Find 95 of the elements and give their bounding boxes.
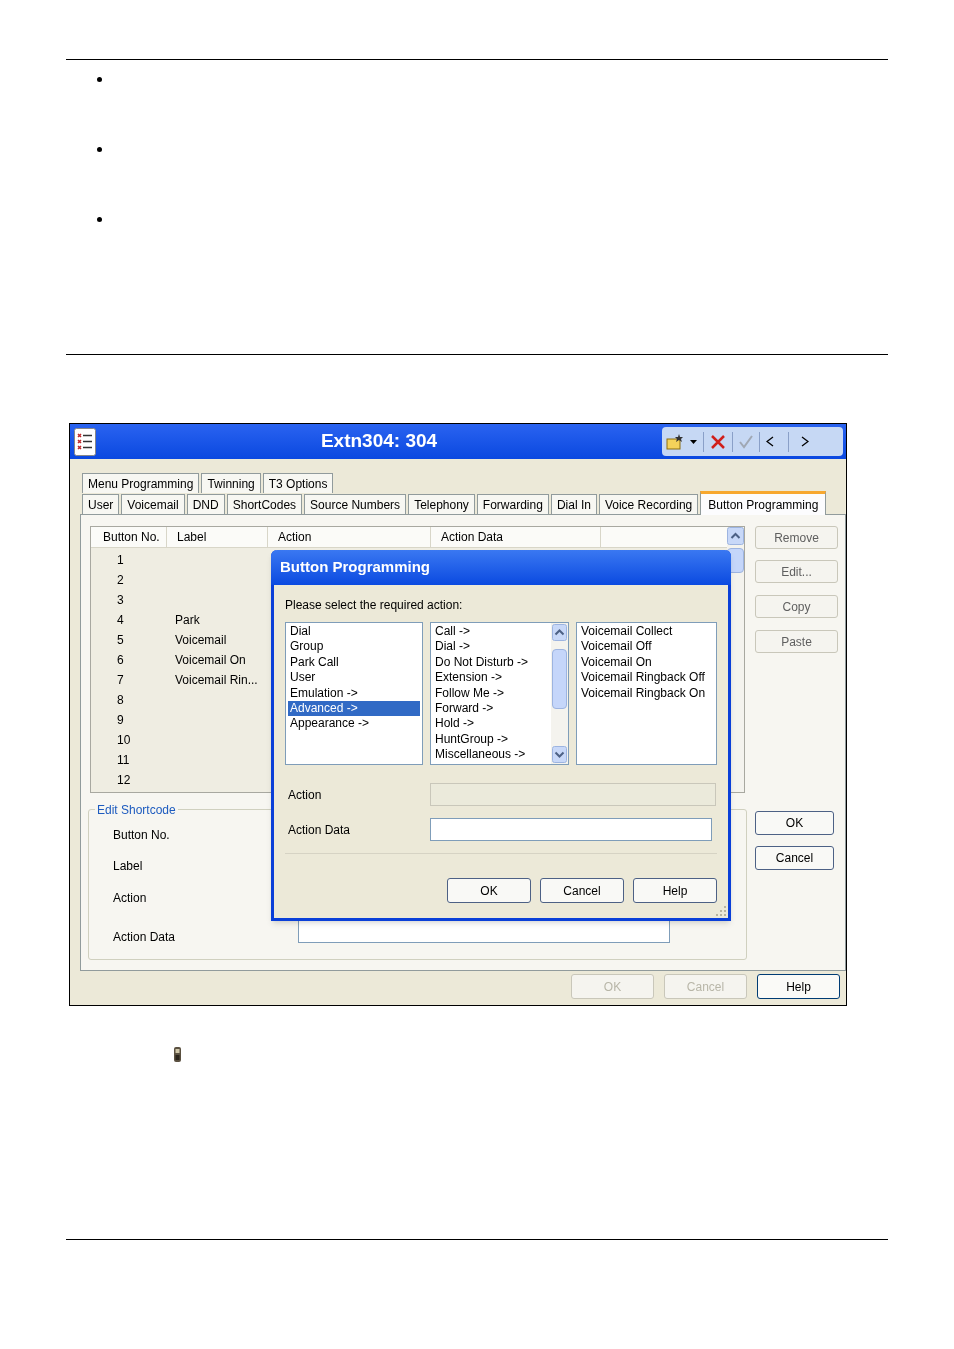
column-header[interactable]: Action [278, 528, 312, 546]
field-label: Label [113, 858, 143, 875]
chevron-right-icon[interactable] [801, 436, 809, 447]
scroll-down-icon[interactable] [552, 746, 567, 763]
list-box[interactable]: Call -> Dial -> Do Not Disturb -> Extension -> Follow Me -> Forward -> Hold -> HuntGroup -> Miscellaneous -> [430, 622, 569, 765]
table-cell: 7 [117, 673, 124, 687]
table-cell-text: Voicemail On [175, 652, 246, 669]
tab[interactable]: Twinning [201, 473, 261, 493]
list-item[interactable]: Park Call [288, 654, 420, 671]
scroll-up-icon[interactable] [552, 624, 567, 641]
list-item[interactable]: Appearance -> [288, 716, 420, 732]
resize-grip-icon[interactable] [716, 906, 726, 916]
folder-icon[interactable] [666, 432, 684, 451]
table-cell-text: Park [175, 612, 200, 629]
table-cell: 5 [117, 633, 124, 647]
tab[interactable]: Menu Programming [82, 473, 200, 493]
bullet-icon [97, 217, 102, 222]
table-cell: 10 [117, 733, 131, 747]
scroll-up-icon[interactable] [727, 527, 744, 545]
table-cell: 8 [117, 693, 124, 707]
list-icon [74, 427, 96, 456]
table-cell-text: Voicemail [175, 632, 227, 649]
list-item[interactable]: Group [288, 639, 420, 655]
table-cell: 11 [117, 753, 130, 767]
column-header[interactable]: Action Data [441, 528, 504, 546]
tab[interactable]: T3 Options [262, 473, 334, 493]
field-label: Action Data [287, 821, 352, 839]
check-icon[interactable] [739, 434, 753, 449]
side-button[interactable]: Edit... [755, 560, 838, 583]
list-item[interactable]: HuntGroup -> [433, 731, 549, 748]
tab[interactable]: Voice Recording [598, 494, 699, 514]
dialog-button[interactable]: Help [633, 878, 717, 903]
table-cell: 9 [117, 713, 124, 727]
field-label: Action Data [113, 929, 176, 946]
list-item[interactable]: Voicemail Ringback On [579, 685, 714, 702]
list-box[interactable]: Dial Group Park Call User Emulation -> Advanced -> Appearance -> [285, 622, 423, 765]
table-cell: 12 [117, 773, 131, 787]
bullet-icon [97, 77, 102, 82]
field-label: Action [287, 786, 323, 804]
chevron-left-icon[interactable] [766, 436, 774, 447]
table-cell: 4 [117, 613, 124, 627]
tab[interactable]: ShortCodes [226, 494, 303, 514]
tab[interactable]: DND [186, 494, 225, 514]
dialog-button[interactable]: Cancel [755, 846, 834, 870]
table-cell: 3 [117, 593, 124, 607]
table-cell: 6 [117, 653, 124, 667]
tab[interactable]: Button Programming [700, 491, 827, 515]
list-item[interactable]: Voicemail Ringback Off [579, 670, 714, 686]
list-item[interactable]: Emulation -> [288, 685, 420, 702]
table-cell: 1 [117, 553, 124, 567]
input-field[interactable] [298, 920, 670, 943]
tab[interactable]: Source Numbers [304, 494, 407, 514]
side-button[interactable]: Copy [755, 595, 838, 618]
tab[interactable]: Voicemail [121, 494, 185, 514]
side-button[interactable]: Paste [755, 630, 838, 653]
phone-icon [173, 1046, 182, 1063]
input-field[interactable] [430, 818, 712, 841]
bullet-icon [97, 147, 102, 152]
scroll-thumb[interactable] [552, 649, 567, 709]
list-item[interactable]: Dial [288, 624, 420, 640]
dialog-button[interactable]: OK [755, 811, 834, 835]
tab[interactable]: Telephony [408, 494, 475, 514]
list-item[interactable]: Forward -> [433, 701, 549, 717]
list-item[interactable]: Voicemail Collect [579, 624, 714, 640]
window-title: Extn304: 304 [320, 429, 438, 454]
list-box[interactable]: Voicemail Collect Voicemail Off Voicemail On Voicemail Ringback Off Voicemail Ringback On [576, 622, 717, 765]
dialog-button[interactable]: Cancel [540, 878, 624, 903]
tab[interactable]: Dial In [550, 494, 597, 514]
table-cell: 2 [117, 573, 124, 587]
dialog-button[interactable]: OK [447, 878, 531, 903]
tab[interactable]: Forwarding [476, 494, 549, 514]
list-item[interactable]: Extension -> [433, 670, 549, 686]
list-item[interactable]: Do Not Disturb -> [433, 654, 549, 671]
caret-down-icon[interactable] [690, 439, 697, 444]
list-item[interactable]: Miscellaneous -> [433, 747, 549, 763]
field-label: Button No. [113, 827, 170, 844]
dialog-title: Button Programming [280, 557, 430, 578]
list-item[interactable]: Voicemail Off [579, 639, 714, 655]
list-item[interactable]: Hold -> [433, 716, 549, 732]
list-item[interactable]: Advanced -> [288, 701, 420, 717]
column-header[interactable]: Label [177, 528, 207, 546]
list-item[interactable]: Call -> [433, 624, 549, 640]
field-label: Action [113, 890, 147, 907]
scrollbar[interactable] [551, 623, 568, 764]
tab[interactable]: User [82, 494, 120, 514]
column-header[interactable]: Button No. [103, 528, 160, 546]
table-cell-text: Voicemail Rin... [175, 672, 258, 689]
prompt-text: Please select the required action: [285, 597, 463, 614]
list-item[interactable]: User [288, 670, 420, 686]
close-icon[interactable] [710, 433, 726, 450]
list-item[interactable]: Follow Me -> [433, 685, 549, 702]
footer-button[interactable]: Help [757, 974, 840, 999]
list-item[interactable]: Dial -> [433, 639, 549, 655]
side-button[interactable]: Remove [755, 526, 838, 549]
list-item[interactable]: Voicemail On [579, 654, 714, 671]
